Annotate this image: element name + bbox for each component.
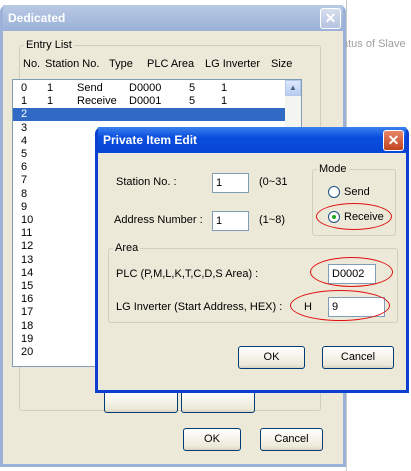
list-cell-no: 2: [21, 108, 28, 121]
col-header-plc-area: PLC Area: [147, 58, 195, 70]
edit-title: Private Item Edit: [103, 133, 198, 147]
list-cell-no: 12: [21, 240, 34, 253]
address-range: (1~8): [259, 214, 285, 226]
address-input[interactable]: 1: [212, 211, 249, 231]
list-cell-inverter: 5: [189, 82, 196, 94]
list-cell-no: 0: [21, 82, 28, 94]
inverter-label: LG Inverter (Start Address, HEX) :: [116, 301, 283, 313]
list-cell-no: 9: [21, 200, 28, 213]
list-cell-type: Receive: [77, 95, 117, 108]
list-item[interactable]: 0 1 Send D0000 5 1: [13, 82, 292, 95]
edit-cancel-button[interactable]: Cancel: [322, 346, 394, 369]
scroll-up-icon[interactable]: ▲: [285, 80, 301, 96]
dedicated-title: Dedicated: [8, 11, 66, 25]
list-cell-no: 6: [21, 161, 28, 174]
plc-label: PLC (P,M,L,K,T,C,D,S Area) :: [116, 268, 259, 280]
list-cell-no: 8: [21, 187, 28, 200]
main-ok-button[interactable]: OK: [183, 428, 241, 451]
receive-annotation-ellipse: [316, 203, 392, 230]
list-cell-inverter: 5: [189, 95, 196, 108]
list-cell-no: 10: [21, 214, 34, 226]
list-cell-plc: D0000: [129, 82, 162, 94]
list-cell-no: 7: [21, 174, 28, 187]
inverter-annotation-ellipse: [290, 290, 390, 321]
address-label: Address Number :: [114, 214, 203, 226]
close-icon[interactable]: ✕: [320, 7, 341, 29]
hidden-button-1: [104, 390, 178, 413]
plc-annotation-ellipse: [310, 257, 393, 287]
dedicated-titlebar[interactable]: Dedicated ✕: [3, 5, 343, 31]
list-cell-no: 11: [21, 227, 33, 240]
list-cell-no: 19: [21, 332, 34, 345]
edit-close-icon[interactable]: ✕: [383, 129, 404, 151]
station-label: Station No. :: [116, 176, 177, 188]
list-cell-no: 20: [21, 346, 34, 358]
list-cell-plc: D0001: [129, 95, 162, 108]
radio-send-indicator: [328, 186, 340, 198]
col-header-station: Station No.: [45, 58, 100, 70]
station-range: (0~31: [259, 176, 288, 188]
edit-ok-button[interactable]: OK: [238, 346, 305, 369]
list-item[interactable]: 1 1 Receive D0001 5 1: [13, 95, 292, 108]
entry-list-headers: No. Station No. Type PLC Area LG Inverte…: [17, 58, 301, 70]
list-cell-size: 1: [221, 82, 228, 94]
list-cell-no: 5: [21, 148, 28, 160]
main-cancel-button[interactable]: Cancel: [260, 428, 323, 451]
list-cell-type: Send: [77, 82, 103, 94]
col-header-no: No.: [23, 58, 41, 70]
list-cell-station: 1: [47, 82, 54, 94]
entry-list-legend: Entry List: [26, 39, 72, 51]
list-cell-no: 13: [21, 253, 34, 266]
station-input[interactable]: 1: [212, 173, 249, 193]
list-cell-no: 16: [21, 293, 34, 306]
list-cell-no: 17: [21, 306, 34, 319]
background-partial-text: atus of Slave: [342, 38, 406, 50]
list-cell-no: 3: [21, 121, 28, 134]
col-header-type: Type: [109, 58, 133, 70]
col-header-lg-inverter: LG Inverter: [205, 58, 261, 70]
area-legend: Area: [115, 242, 139, 254]
col-header-size: Size: [271, 58, 293, 70]
private-item-edit-dialog: Private Item Edit ✕ Station No. : 1 (0~3…: [95, 127, 409, 393]
mode-send-radio[interactable]: Send: [328, 186, 370, 198]
list-cell-size: 1: [221, 95, 228, 108]
hidden-button-2: [181, 390, 255, 413]
edit-body: Station No. : 1 (0~31 Address Number : 1…: [98, 153, 406, 390]
list-cell-no: 4: [21, 134, 28, 147]
list-item[interactable]: 2: [13, 108, 292, 122]
list-cell-no: 18: [21, 319, 34, 332]
edit-titlebar[interactable]: Private Item Edit ✕: [98, 127, 406, 153]
list-cell-no: 14: [21, 266, 34, 279]
mode-legend: Mode: [319, 163, 347, 175]
list-cell-no: 15: [21, 280, 34, 292]
list-cell-station: 1: [47, 95, 54, 108]
mode-send-label: Send: [344, 186, 370, 198]
list-cell-no: 1: [21, 95, 28, 108]
